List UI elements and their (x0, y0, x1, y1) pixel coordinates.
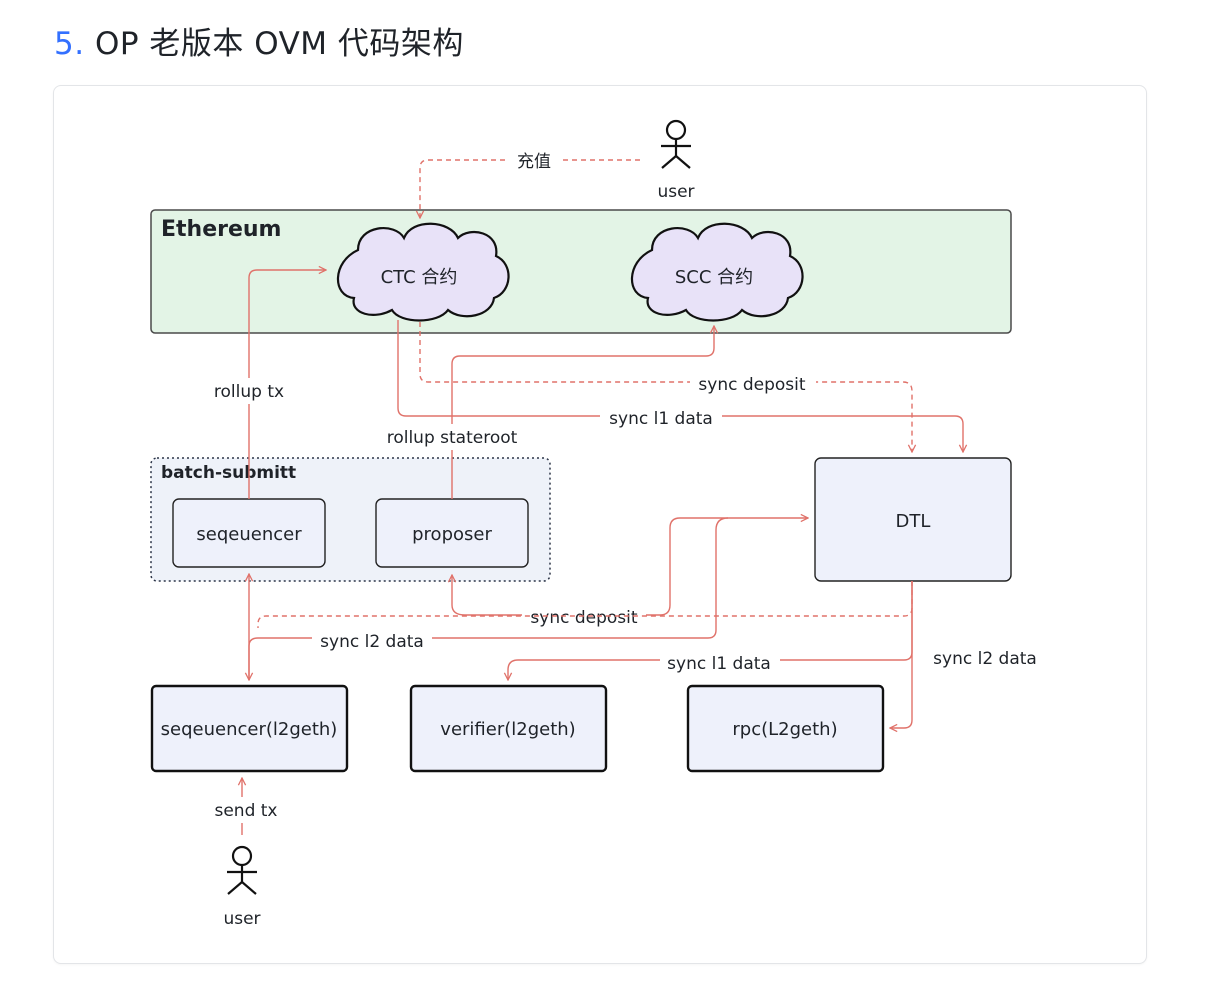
scc-contract-label: SCC 合约 (675, 267, 753, 288)
sync-l2-data-right-edge (890, 581, 913, 728)
recharge-edge-label: 充值 (517, 152, 551, 172)
sequencer-batch-label: seqeuencer (196, 524, 302, 545)
sync-l2-data-mid-label: sync l2 data (320, 632, 424, 652)
bottom-user-icon (227, 845, 257, 895)
batch-submitt-group-title: batch-submitt (161, 463, 296, 483)
rpc-label: rpc(L2geth) (732, 719, 837, 740)
architecture-diagram: Ethereum CTC 合约 SCC 合约 user 充值 batch-sub… (150, 119, 1037, 929)
sync-deposit-mid-label: sync deposit (530, 608, 637, 628)
rollup-tx-label: rollup tx (214, 382, 284, 402)
verifier-label: verifier(l2geth) (440, 719, 575, 740)
bottom-user-label: user (223, 909, 260, 929)
proposer-label: proposer (412, 524, 492, 545)
sync-l2-data-right-label: sync l2 data (933, 649, 1037, 669)
rollup-stateroot-label: rollup stateroot (387, 428, 518, 448)
sync-deposit-top-label: sync deposit (698, 375, 805, 395)
top-user-icon (661, 119, 691, 169)
sync-l1-data-top-label: sync l1 data (609, 409, 713, 429)
sync-l1-data-low-label: sync l1 data (667, 654, 771, 674)
send-tx-label: send tx (214, 801, 277, 821)
sequencer-l2geth-label: seqeuencer(l2geth) (161, 719, 338, 740)
ctc-contract-label: CTC 合约 (381, 267, 458, 288)
dtl-label: DTL (896, 511, 931, 532)
ethereum-group-title: Ethereum (161, 217, 281, 242)
top-user-label: user (657, 182, 694, 202)
